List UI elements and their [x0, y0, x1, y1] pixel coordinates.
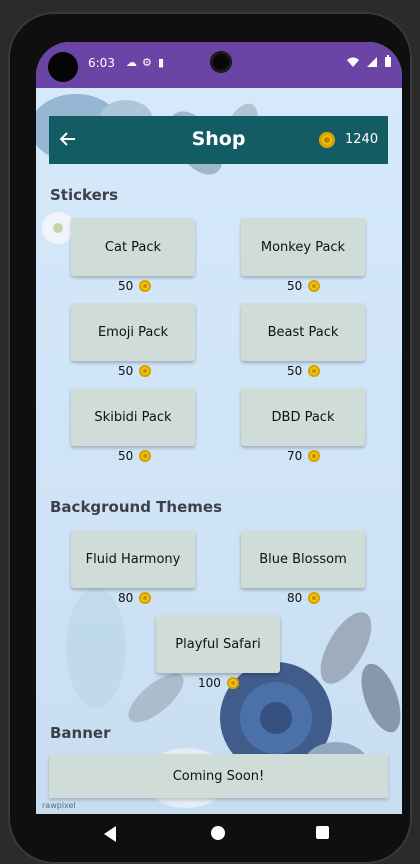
sticker-label: Cat Pack — [104, 239, 162, 255]
sticker-label: Emoji Pack — [97, 324, 169, 340]
theme-label: Blue Blossom — [259, 551, 347, 567]
status-time: 6:03 — [88, 56, 115, 70]
back-nav-icon[interactable] — [104, 826, 116, 842]
settings-icon: ⚙ — [142, 56, 152, 69]
battery-icon — [384, 55, 392, 71]
coin-icon — [139, 592, 152, 604]
status-right — [346, 55, 392, 71]
app-bar: Shop 1240 — [49, 116, 388, 164]
phone-frame: 6:03 ☁ ⚙ ▮ rawpixel Shop 1240 Stickers C… — [8, 12, 412, 864]
sticker-card-monkey[interactable]: Monkey Pack — [241, 218, 365, 276]
theme-card-fluid-harmony[interactable]: Fluid Harmony — [71, 530, 195, 588]
sticker-price-skibidi: 50 — [118, 449, 152, 463]
coin-icon — [308, 450, 321, 462]
sticker-label: Monkey Pack — [260, 239, 346, 255]
theme-label: Fluid Harmony — [85, 551, 181, 567]
banner-label: Coming Soon! — [172, 768, 265, 784]
sticker-label: Beast Pack — [267, 324, 339, 340]
page-title: Shop — [191, 128, 246, 150]
coin-icon — [308, 592, 321, 604]
cloud-icon: ☁ — [126, 56, 137, 69]
sticker-price-cat: 50 — [118, 279, 152, 293]
coin-icon — [226, 677, 239, 689]
theme-card-blue-blossom[interactable]: Blue Blossom — [241, 530, 365, 588]
sticker-card-emoji[interactable]: Emoji Pack — [71, 303, 195, 361]
sticker-card-skibidi[interactable]: Skibidi Pack — [71, 388, 195, 446]
coin-icon — [139, 280, 152, 292]
sim-icon: ▮ — [158, 56, 165, 69]
coin-balance: 1240 — [345, 132, 379, 147]
status-bar: 6:03 ☁ ⚙ ▮ — [36, 42, 402, 88]
sticker-price-emoji: 50 — [118, 364, 152, 378]
theme-price-playful-safari: 100 — [198, 676, 239, 690]
front-camera-icon — [210, 51, 232, 73]
camera-cutout — [48, 52, 78, 82]
sticker-price-monkey: 50 — [287, 279, 321, 293]
sticker-price-beast: 50 — [287, 364, 321, 378]
theme-price-fluid-harmony: 80 — [118, 591, 152, 605]
coin-icon — [308, 280, 321, 292]
watermark-text: rawpixel — [42, 801, 76, 810]
theme-price-blue-blossom: 80 — [287, 591, 321, 605]
sticker-card-cat[interactable]: Cat Pack — [71, 218, 195, 276]
sticker-card-dbd[interactable]: DBD Pack — [241, 388, 365, 446]
screen: 6:03 ☁ ⚙ ▮ rawpixel Shop 1240 Stickers C… — [36, 42, 402, 814]
sticker-price-dbd: 70 — [287, 449, 321, 463]
android-nav-bar — [44, 814, 394, 858]
section-title-stickers: Stickers — [50, 186, 119, 204]
theme-card-playful-safari[interactable]: Playful Safari — [156, 615, 280, 673]
banner-coming-soon[interactable]: Coming Soon! — [49, 754, 388, 798]
coin-icon — [139, 365, 152, 377]
coin-icon — [319, 132, 335, 148]
home-nav-icon[interactable] — [211, 826, 225, 840]
wifi-icon — [346, 56, 360, 71]
theme-label: Playful Safari — [175, 636, 261, 652]
sticker-card-beast[interactable]: Beast Pack — [241, 303, 365, 361]
coin-icon — [308, 365, 321, 377]
section-title-background-themes: Background Themes — [50, 498, 222, 516]
sticker-label: DBD Pack — [271, 409, 335, 425]
sticker-label: Skibidi Pack — [94, 409, 172, 425]
section-title-banner: Banner — [50, 724, 111, 742]
coin-icon — [139, 450, 152, 462]
signal-icon — [366, 56, 378, 71]
recents-nav-icon[interactable] — [316, 826, 329, 839]
